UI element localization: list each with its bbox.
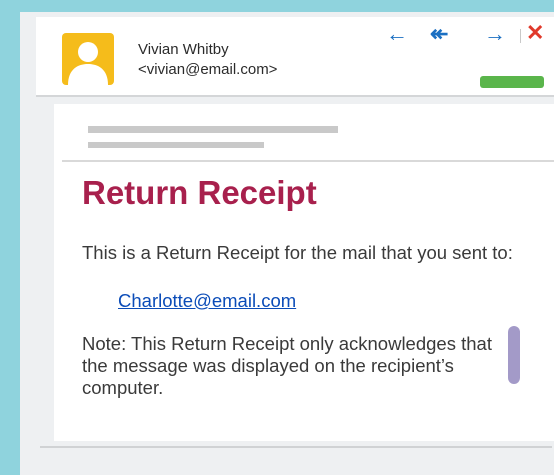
message-note: Note: This Return Receipt only acknowled… bbox=[82, 333, 492, 398]
sender-email: <vivian@email.com> bbox=[138, 61, 278, 78]
email-header: Vivian Whitby <vivian@email.com> ← ↞ → ✕ bbox=[36, 17, 554, 97]
toolbar-divider bbox=[520, 29, 521, 43]
user-silhouette-icon bbox=[68, 42, 108, 85]
recipient-email-link[interactable]: Charlotte@email.com bbox=[118, 290, 296, 312]
subject-placeholder-line bbox=[88, 126, 338, 133]
forward-icon[interactable]: → bbox=[484, 23, 506, 45]
divider bbox=[62, 160, 554, 162]
reply-all-icon[interactable]: ↞ bbox=[430, 23, 448, 45]
sender-name: Vivian Whitby bbox=[138, 41, 229, 58]
message-title: Return Receipt bbox=[82, 174, 317, 211]
message-intro: This is a Return Receipt for the mail th… bbox=[82, 242, 513, 263]
avatar bbox=[62, 33, 114, 85]
close-icon[interactable]: ✕ bbox=[526, 22, 544, 44]
reply-icon[interactable]: ← bbox=[386, 23, 408, 45]
message-body: Return Receipt This is a Return Receipt … bbox=[54, 104, 554, 441]
footer-divider bbox=[40, 446, 552, 448]
status-indicator bbox=[480, 76, 544, 88]
scrollbar-thumb[interactable] bbox=[508, 326, 520, 384]
subject-placeholder-line-short bbox=[88, 142, 264, 148]
